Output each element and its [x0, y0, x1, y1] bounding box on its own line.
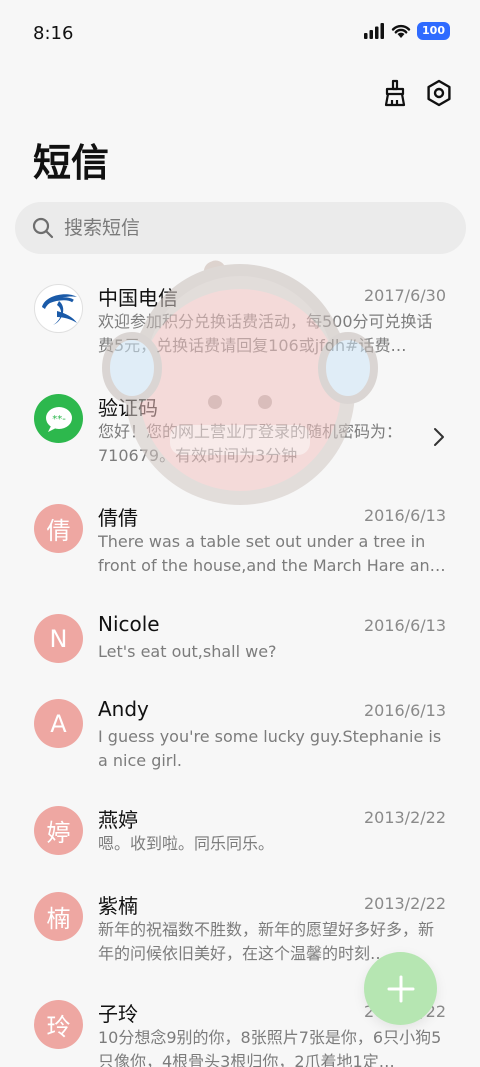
avatar: 倩: [34, 504, 83, 553]
contact-name: Nicole: [98, 612, 160, 636]
svg-text:**-: **-: [52, 414, 66, 425]
telecom-logo-avatar: [34, 284, 83, 333]
verification-avatar: **-: [34, 394, 83, 443]
avatar: 楠: [34, 892, 83, 941]
wifi-icon: [391, 24, 411, 38]
avatar: N: [34, 614, 83, 663]
avatar: 婷: [34, 806, 83, 855]
chevron-right-icon: [434, 428, 444, 446]
contact-name: 验证码: [98, 396, 158, 420]
brush-icon: [384, 79, 406, 107]
message-date: 2016/6/13: [363, 701, 446, 720]
conversation-item[interactable]: **- 验证码 您好！您的网上营业厅登录的随机密码为：710679。有效时间为3…: [0, 380, 480, 480]
avatar: 玲: [34, 1000, 83, 1049]
settings-button[interactable]: [424, 78, 454, 108]
clean-button[interactable]: [380, 78, 410, 108]
new-message-button[interactable]: [364, 952, 437, 1025]
message-date: 2017/6/30: [363, 286, 446, 305]
status-icons: 100: [363, 22, 450, 40]
message-bubble-icon: **-: [45, 406, 72, 432]
message-preview: 10分想念9别的你，8张照片7张是你，6只小狗5只像你，4根骨头3根归你，2爪着…: [98, 1028, 442, 1067]
conversation-item[interactable]: 中国电信 2017/6/30 欢迎参加积分兑换话费活动，每500分可兑换话费5元…: [0, 270, 480, 370]
avatar: A: [34, 699, 83, 748]
search-input[interactable]: [64, 217, 444, 239]
contact-name: 燕婷: [98, 808, 138, 832]
search-bar[interactable]: [15, 202, 466, 254]
conversation-item[interactable]: 倩 倩倩 2016/6/13 There was a table set out…: [0, 490, 480, 590]
conversation-item[interactable]: 婷 燕婷 2013/2/22 嗯。收到啦。同乐同乐。: [0, 792, 480, 892]
contact-name: Andy: [98, 697, 149, 721]
contact-name: 紫楠: [98, 894, 138, 918]
battery-indicator: 100: [417, 22, 450, 40]
message-date: 2016/6/13: [363, 616, 446, 635]
plus-icon: [387, 975, 414, 1002]
message-date: 2013/2/22: [363, 894, 446, 913]
signal-icon: [364, 23, 385, 39]
message-date: 2013/2/22: [363, 808, 446, 827]
message-preview: I guess you're some lucky guy.Stephanie …: [98, 727, 442, 770]
message-preview: 您好！您的网上营业厅登录的随机密码为：710679。有效时间为3分钟: [98, 422, 403, 465]
conversation-item[interactable]: A Andy 2016/6/13 I guess you're some luc…: [0, 685, 480, 785]
contact-name: 倩倩: [98, 506, 138, 530]
message-date: 2016/6/13: [363, 506, 446, 525]
message-preview: Let's eat out,shall we?: [98, 642, 277, 661]
status-bar: 8:16 100: [0, 0, 480, 66]
contact-name: 中国电信: [98, 286, 178, 310]
page-title: 短信: [33, 141, 110, 185]
search-icon: [32, 217, 54, 239]
message-preview: 嗯。收到啦。同乐同乐。: [98, 834, 275, 853]
contact-name: 子玲: [98, 1002, 138, 1026]
status-time: 8:16: [33, 23, 74, 44]
telecom-logo-icon: [41, 293, 77, 325]
message-preview: 欢迎参加积分兑换话费活动，每500分可兑换话费5元，兑换话费请回复106或jfd…: [98, 312, 433, 355]
settings-icon: [427, 79, 451, 107]
message-preview: There was a table set out under a tree i…: [98, 532, 446, 575]
